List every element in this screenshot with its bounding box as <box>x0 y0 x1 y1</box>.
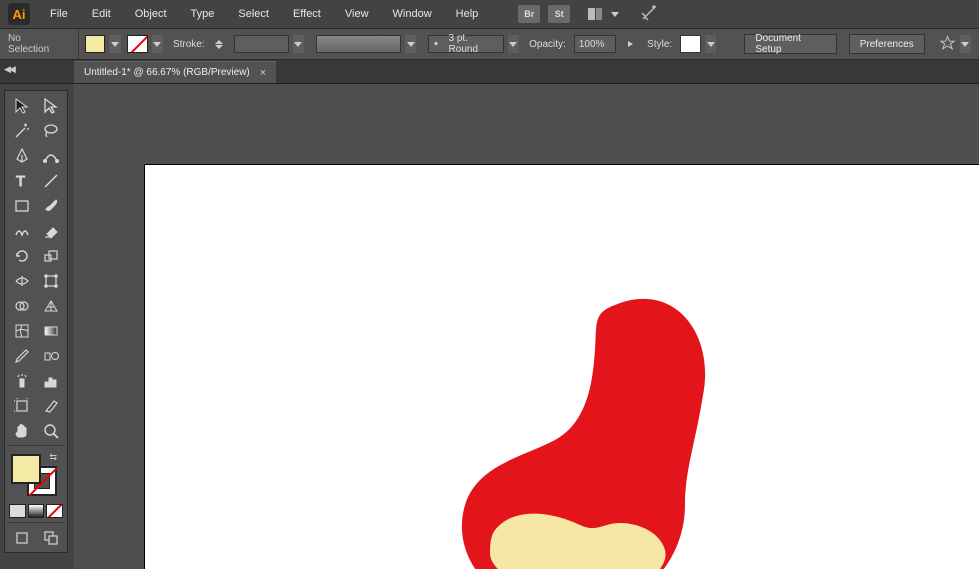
preferences-button[interactable]: Preferences <box>849 34 925 54</box>
stroke-swatch[interactable] <box>127 35 148 53</box>
menu-file[interactable]: File <box>40 4 78 24</box>
stroke-label: Stroke: <box>173 39 205 50</box>
blend-tool[interactable] <box>36 343 65 368</box>
zoom-tool[interactable] <box>36 418 65 443</box>
shape-builder-tool[interactable] <box>7 293 36 318</box>
menu-bar: Ai File Edit Object Type Select Effect V… <box>0 0 979 28</box>
brush-dropdown[interactable] <box>508 35 519 53</box>
tab-close-icon[interactable]: × <box>260 67 266 79</box>
opacity-dropdown[interactable] <box>624 35 637 53</box>
swap-fill-stroke-icon[interactable]: ⇆ <box>49 452 57 463</box>
color-mode-solid[interactable] <box>9 504 26 518</box>
menu-type[interactable]: Type <box>181 4 225 24</box>
panel-collapse-icon[interactable]: ◀◀ <box>4 64 14 75</box>
artboard[interactable] <box>144 164 979 569</box>
pen-tool[interactable] <box>7 143 36 168</box>
fill-dropdown[interactable] <box>109 35 120 53</box>
fill-stroke-control[interactable]: ⇆ <box>7 452 65 500</box>
gpu-icon[interactable] <box>640 5 664 23</box>
menu-select[interactable]: Select <box>228 4 279 24</box>
perspective-tool[interactable] <box>36 293 65 318</box>
tools-panel: T ⇆ <box>4 90 68 553</box>
arrange-dropdown[interactable] <box>610 9 620 19</box>
symbol-sprayer-tool[interactable] <box>7 368 36 393</box>
fill-swatch[interactable] <box>85 35 106 53</box>
eraser-tool[interactable] <box>36 218 65 243</box>
line-tool[interactable] <box>36 168 65 193</box>
brush-definition[interactable]: • 3 pt. Round <box>428 35 503 53</box>
artboard-tool[interactable] <box>7 393 36 418</box>
type-tool[interactable]: T <box>7 168 36 193</box>
align-selection-icon[interactable] <box>939 35 956 53</box>
stroke-weight-dropdown[interactable] <box>293 35 304 53</box>
menu-edit[interactable]: Edit <box>82 4 121 24</box>
stroke-weight-input[interactable] <box>234 35 289 53</box>
arrange-docs-icon[interactable] <box>588 8 602 20</box>
menu-object[interactable]: Object <box>125 4 177 24</box>
rotate-tool[interactable] <box>7 243 36 268</box>
slice-tool[interactable] <box>36 393 65 418</box>
menu-effect[interactable]: Effect <box>283 4 331 24</box>
curvature-tool[interactable] <box>36 143 65 168</box>
document-setup-button[interactable]: Document Setup <box>744 34 836 54</box>
menu-help[interactable]: Help <box>446 4 489 24</box>
draw-normal-mode[interactable] <box>7 525 36 550</box>
free-transform-tool[interactable] <box>36 268 65 293</box>
tab-title: Untitled-1* @ 66.67% (RGB/Preview) <box>84 67 250 78</box>
color-mode-row <box>7 502 65 520</box>
opacity-label: Opacity: <box>529 39 566 50</box>
lasso-tool[interactable] <box>36 118 65 143</box>
options-bar: No Selection Stroke: • 3 pt. Round Opaci… <box>0 28 979 60</box>
hand-tool[interactable] <box>7 418 36 443</box>
svg-text:T: T <box>16 173 25 190</box>
column-graph-tool[interactable] <box>36 368 65 393</box>
document-tabs: Untitled-1* @ 66.67% (RGB/Preview) × <box>0 60 979 84</box>
menu-view[interactable]: View <box>335 4 379 24</box>
selection-status: No Selection <box>8 29 79 59</box>
stroke-dropdown[interactable] <box>152 35 163 53</box>
brush-dot-icon: • <box>429 38 442 50</box>
stock-icon[interactable]: St <box>548 5 570 23</box>
app-logo: Ai <box>8 3 30 25</box>
fill-color-box[interactable] <box>11 454 41 484</box>
artwork <box>145 165 979 569</box>
scale-tool[interactable] <box>36 243 65 268</box>
mesh-tool[interactable] <box>7 318 36 343</box>
menu-window[interactable]: Window <box>383 4 442 24</box>
align-dropdown[interactable] <box>960 35 971 53</box>
opacity-input[interactable]: 100% <box>574 35 616 53</box>
style-dropdown[interactable] <box>705 35 716 53</box>
direct-selection-tool[interactable] <box>36 93 65 118</box>
gradient-tool[interactable] <box>36 318 65 343</box>
stroke-weight-stepper[interactable] <box>213 35 226 53</box>
magic-wand-tool[interactable] <box>7 118 36 143</box>
color-mode-none[interactable] <box>46 504 63 518</box>
eyedropper-tool[interactable] <box>7 343 36 368</box>
document-tab[interactable]: Untitled-1* @ 66.67% (RGB/Preview) × <box>74 61 276 83</box>
selection-tool[interactable] <box>7 93 36 118</box>
variable-width-profile[interactable] <box>316 35 401 53</box>
variable-width-dropdown[interactable] <box>405 35 416 53</box>
brush-name: 3 pt. Round <box>443 33 503 55</box>
bridge-icon[interactable]: Br <box>518 5 540 23</box>
graphic-style-swatch[interactable] <box>680 35 701 53</box>
draw-behind-mode[interactable] <box>36 525 65 550</box>
shaper-tool[interactable] <box>7 218 36 243</box>
width-tool[interactable] <box>7 268 36 293</box>
paintbrush-tool[interactable] <box>36 193 65 218</box>
canvas-area[interactable] <box>74 84 979 569</box>
style-label: Style: <box>647 39 672 50</box>
color-mode-gradient[interactable] <box>28 504 45 518</box>
rectangle-tool[interactable] <box>7 193 36 218</box>
